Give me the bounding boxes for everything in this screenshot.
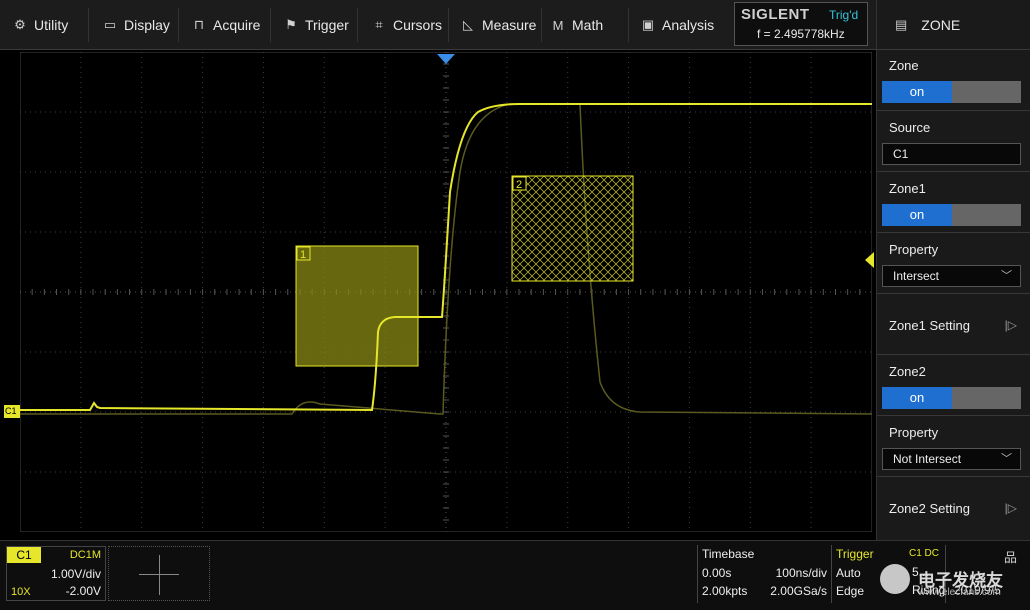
zone1-box[interactable] [295, 245, 419, 367]
menu-trigger[interactable]: ⚑ Trigger [283, 0, 349, 50]
flag-icon: ⚑ [285, 17, 297, 32]
watermark-url: www.elecfans.com [918, 587, 1001, 598]
waveform-display[interactable]: 1 2 [20, 52, 872, 532]
timebase-delay: 0.00s [702, 566, 732, 580]
sample-rate: 2.00GSa/s [770, 584, 827, 598]
frequency-readout: f = 2.495778kHz [757, 27, 845, 41]
channel1-probe: 10X [11, 586, 31, 598]
zone1-marker-label: 1 [300, 249, 306, 261]
channel1-info[interactable]: C1 DC1M 1.00V/div 10X -2.00V [6, 546, 106, 601]
trigger-status: Trig'd [829, 8, 859, 22]
property1-value: Intersect [893, 269, 940, 283]
menu-cursors[interactable]: ⌗ Cursors [371, 0, 442, 50]
watermark: 电子发烧友 www.elecfans.com [878, 560, 1028, 610]
channel1-coupling: DC1M [69, 549, 101, 561]
document-icon: ▤ [895, 16, 908, 32]
menu-display[interactable]: ▭ Display [102, 0, 170, 50]
channel1-level-marker[interactable]: C1 [4, 405, 20, 418]
zone1-setting-label: Zone1 Setting [889, 317, 970, 333]
menu-trigger-label: Trigger [305, 17, 349, 33]
property2-value: Not Intersect [893, 452, 962, 466]
zone-menu-panel: ▤ ZONE Zone on Source C1 Zone1 on Proper… [876, 0, 1030, 540]
menu-utility[interactable]: ⚙ Utility [12, 0, 68, 50]
acquire-icon: ⊓ [193, 17, 205, 32]
trigger-title: Trigger [836, 547, 874, 561]
property2-label: Property [889, 425, 939, 440]
menu-measure[interactable]: ◺ Measure [460, 0, 536, 50]
property2-select[interactable]: Not Intersect ﹀ [882, 448, 1021, 470]
zone2-toggle[interactable]: on [882, 387, 1021, 409]
zone1-toggle-on: on [882, 204, 952, 226]
menu-utility-label: Utility [34, 17, 69, 33]
source-value: C1 [893, 147, 909, 161]
trigger-level-marker[interactable] [865, 252, 874, 268]
math-icon: M [552, 17, 564, 33]
zone2-marker-label: 2 [516, 179, 522, 191]
channel1-marker-label: C1 [5, 406, 17, 416]
bottom-status-bar: C1 DC1M 1.00V/div 10X -2.00V Timebase 0.… [0, 540, 1030, 610]
source-field[interactable]: C1 [882, 143, 1021, 165]
zone2-setting-label: Zone2 Setting [889, 500, 970, 516]
zone1-setting-section: Zone1 Setting |▷ [877, 295, 1030, 355]
channel1-offset: -2.00V [65, 584, 101, 598]
source-section: Source C1 [877, 112, 1030, 172]
monitor-icon: ▭ [103, 17, 117, 32]
trigger-type: Edge [836, 584, 865, 598]
panel-header: ▤ ZONE [877, 0, 1030, 50]
zone2-label: Zone2 [889, 364, 926, 379]
trigger-source: C1 DC [908, 548, 939, 559]
property2-section: Property Not Intersect ﹀ [877, 417, 1030, 477]
menu-analysis-label: Analysis [662, 17, 715, 33]
memory-depth: 2.00kpts [702, 584, 748, 598]
submenu-arrow-icon: |▷ [1004, 501, 1017, 515]
zone1-label: Zone1 [889, 181, 926, 196]
graticule [20, 52, 872, 532]
crosshair-icon: ⌗ [375, 17, 383, 32]
menu-math[interactable]: M Math [550, 0, 604, 50]
menu-cursors-label: Cursors [393, 17, 443, 33]
property1-select[interactable]: Intersect ﹀ [882, 265, 1021, 287]
property1-section: Property Intersect ﹀ [877, 234, 1030, 294]
timebase-title: Timebase [702, 547, 755, 561]
menu-acquire-label: Acquire [213, 17, 261, 33]
menu-acquire[interactable]: ⊓ Acquire [191, 0, 261, 50]
analysis-icon: ▣ [641, 17, 655, 32]
zone1-toggle[interactable]: on [882, 204, 1021, 226]
zone2-toggle-on: on [882, 387, 952, 409]
menu-display-label: Display [124, 17, 170, 33]
watermark-logo [880, 564, 910, 594]
brand-logo: SIGLENT [741, 6, 810, 23]
menu-analysis[interactable]: ▣ Analysis [640, 0, 714, 50]
channel1-tag: C1 [7, 547, 41, 563]
gear-icon: ⚙ [14, 17, 26, 32]
zone2-setting-section: Zone2 Setting |▷ [877, 478, 1030, 540]
chevron-down-icon: ﹀ [1001, 270, 1012, 282]
zone2-box[interactable] [511, 175, 634, 282]
zone-section: Zone on [877, 51, 1030, 111]
zone-toggle[interactable]: on [882, 81, 1021, 103]
zone2-setting-button[interactable]: Zone2 Setting |▷ [877, 478, 1030, 538]
panel-title: ZONE [921, 16, 961, 33]
trigger-position-marker[interactable] [437, 54, 455, 64]
zone1-section: Zone1 on [877, 173, 1030, 233]
submenu-arrow-icon: |▷ [1004, 318, 1017, 332]
source-label: Source [889, 120, 931, 135]
status-box: SIGLENT Trig'd f = 2.495778kHz [734, 2, 868, 46]
property1-label: Property [889, 242, 939, 257]
trigger-mode: Auto [836, 566, 861, 580]
menu-measure-label: Measure [482, 17, 537, 33]
add-channel-button[interactable] [108, 546, 210, 601]
zone-label: Zone [889, 58, 919, 73]
measure-icon: ◺ [463, 17, 473, 32]
chevron-down-icon: ﹀ [1001, 453, 1012, 465]
waveform-canvas: 1 2 [20, 52, 872, 532]
channel1-vdiv: 1.00V/div [50, 567, 101, 581]
menu-math-label: Math [572, 17, 604, 33]
zone2-section: Zone2 on [877, 356, 1030, 416]
zone-toggle-on: on [882, 81, 952, 103]
zone1-setting-button[interactable]: Zone1 Setting |▷ [877, 295, 1030, 355]
timebase-info[interactable]: Timebase 0.00s 100ns/div 2.00kpts 2.00GS… [697, 545, 829, 603]
timebase-div: 100ns/div [775, 566, 827, 580]
